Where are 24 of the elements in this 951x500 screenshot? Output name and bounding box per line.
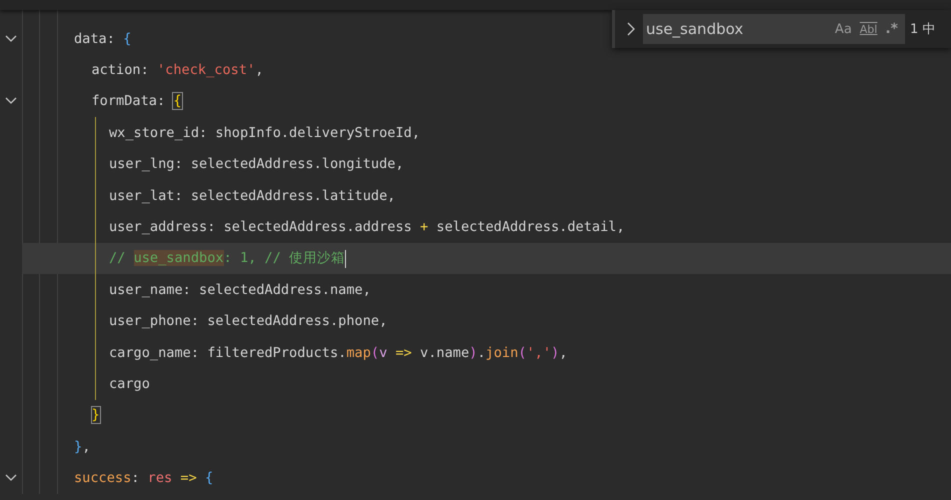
code-line: } — [92, 407, 100, 424]
regex-toggle[interactable]: .* — [882, 21, 901, 37]
chevron-right-icon[interactable] — [625, 22, 637, 36]
code-line: cargo — [109, 376, 150, 392]
find-input[interactable]: use_sandbox Aa Abl .* — [643, 14, 905, 44]
code-line: formData: { — [92, 93, 182, 110]
code-line: user_name: selectedAddress.name, — [109, 282, 371, 298]
fold-chevron-icon[interactable] — [5, 34, 17, 43]
code-line: // use_sandbox: 1, // 使用沙箱 — [109, 249, 346, 268]
code-line: user_lat: selectedAddress.latitude, — [109, 188, 396, 204]
match-count: 1 中 — [910, 21, 936, 38]
code-line: user_address: selectedAddress.address + selectedAddress.detail, — [109, 219, 625, 236]
code-line: success: res => { — [74, 470, 214, 486]
code-line: }, — [74, 438, 90, 455]
match-case-toggle[interactable]: Aa — [832, 22, 855, 36]
fold-chevron-icon[interactable] — [5, 97, 17, 106]
whole-word-toggle[interactable]: Abl — [856, 22, 880, 36]
fold-chevron-icon[interactable] — [5, 474, 17, 482]
code-line: cargo_name: filteredProducts.map(v => v.name).join(','), — [109, 344, 568, 361]
code-line: action: 'check_cost', — [92, 62, 264, 78]
code-line: user_lng: selectedAddress.longitude, — [109, 156, 404, 172]
code-line: user_phone: selectedAddress.phone, — [109, 313, 388, 330]
code-line: wx_store_id: shopInfo.deliveryStroeId, — [109, 124, 420, 141]
code-line: data: { — [74, 30, 132, 47]
